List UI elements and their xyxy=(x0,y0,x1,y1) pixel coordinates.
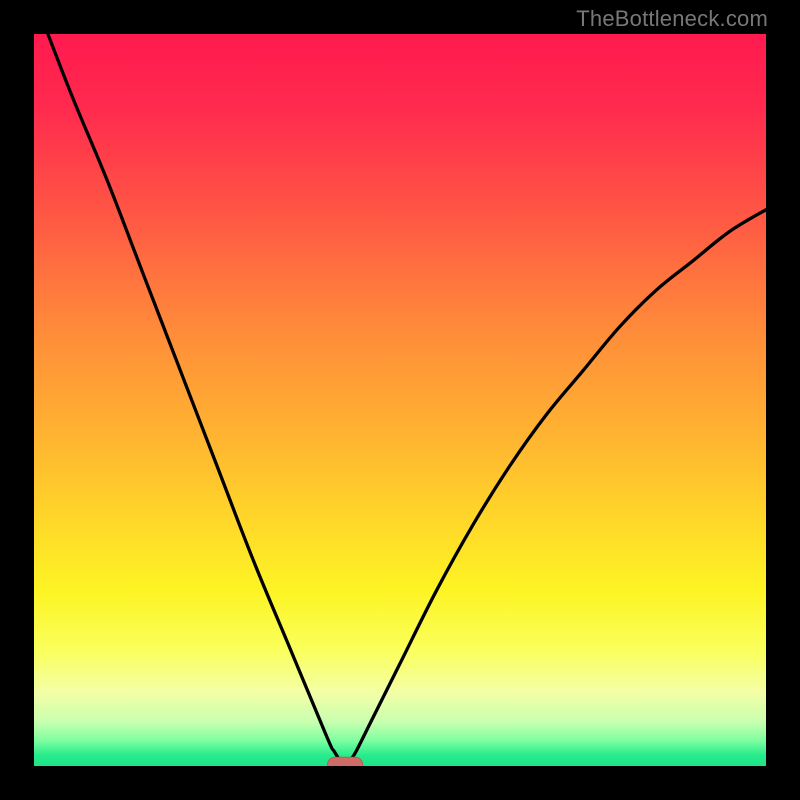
chart-frame: TheBottleneck.com xyxy=(0,0,800,800)
curve-layer xyxy=(34,34,766,766)
plot-area xyxy=(34,34,766,766)
optimum-marker xyxy=(328,757,363,766)
watermark-text: TheBottleneck.com xyxy=(576,6,768,32)
bottleneck-curve xyxy=(34,34,766,766)
